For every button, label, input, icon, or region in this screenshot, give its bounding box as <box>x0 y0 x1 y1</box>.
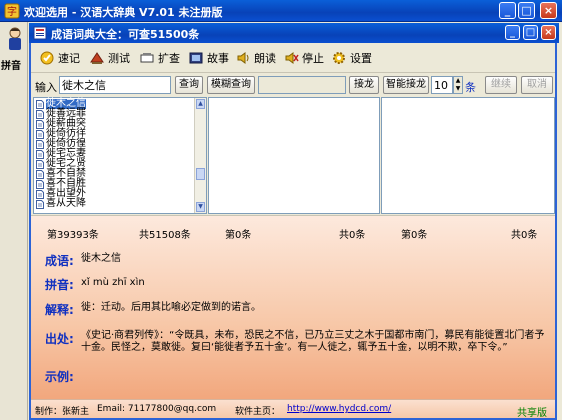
maximize-button[interactable]: □ <box>518 2 535 19</box>
outer-window: 字 欢迎选用 - 汉语大辞典 V7.01 未注册版 _ □ × 拼音 成语词典大… <box>0 0 562 420</box>
document-icon <box>36 169 44 179</box>
document-icon <box>36 179 44 189</box>
document-icon <box>36 159 44 169</box>
app-icon: 字 <box>4 3 20 19</box>
list-item-label: 喜从天降 <box>46 198 86 209</box>
avatar-icon <box>9 27 21 50</box>
memo-icon <box>40 51 54 65</box>
entry-detail: 第39393条 共51508条 第0条 共0条 第0条 共0条 成语: 徙木之信… <box>31 215 555 399</box>
email-text: Email: 71177800@qq.com <box>97 404 217 414</box>
inner-window-title: 成语词典大全：可查51500条 <box>51 28 200 41</box>
scroll-up-icon[interactable]: ▲ <box>196 99 205 109</box>
minimize-button[interactable]: _ <box>499 2 516 19</box>
status-field <box>258 76 346 94</box>
fuzzy-query-button[interactable]: 模糊查询 <box>207 76 255 94</box>
input-label: 输入 <box>35 81 57 94</box>
document-icon <box>36 139 44 149</box>
current-index: 第39393条 <box>47 230 99 241</box>
smart-chain-results-pane[interactable] <box>381 97 555 214</box>
example-label: 示例: <box>45 370 74 384</box>
document-icon <box>36 119 44 129</box>
pinyin-tab[interactable]: 拼音 <box>1 57 21 72</box>
book-icon <box>33 26 47 40</box>
inner-title-bar[interactable]: 成语词典大全：可查51500条 _ □ × <box>29 23 559 43</box>
document-icon <box>36 109 44 119</box>
scroll-thumb[interactable] <box>196 168 205 180</box>
document-icon <box>36 199 44 209</box>
outer-window-title: 欢迎选用 - 汉语大辞典 V7.01 未注册版 <box>24 6 223 19</box>
side-strip: 拼音 <box>0 22 28 420</box>
cancel-button[interactable]: 取消 <box>521 76 553 94</box>
chain-results-pane[interactable] <box>208 97 380 214</box>
idiom-value: 徙木之信 <box>81 253 121 264</box>
pinyin-label: 拼音: <box>45 278 74 292</box>
smart-chain-button[interactable]: 智能接龙 <box>383 76 429 94</box>
toolbar-story[interactable]: 故事 <box>188 49 229 67</box>
explanation-label: 解释: <box>45 303 74 317</box>
document-icon <box>36 189 44 199</box>
idiom-search-input[interactable] <box>59 76 171 94</box>
toolbar-stop[interactable]: 停止 <box>283 49 324 67</box>
source-value: 《史记·商君列传》：“令既具，未布，恐民之不信，已乃立三丈之木于国都市南门，募民… <box>81 330 545 353</box>
pane2-current-index: 第0条 <box>225 230 252 241</box>
continue-button[interactable]: 继续 <box>485 76 517 94</box>
total-count: 共51508条 <box>139 230 191 241</box>
idiom-list[interactable]: 徙木之信 徙善远罪 徙薪曲突 徙倚彷徉 徙倚彷徨 徙宅忘妻 徙宅之贤 喜不自禁 喜不自胜 喜出望外… <box>33 97 207 214</box>
toolbar: 速记 测试 扩查 故事 朗读 停止 设置 <box>31 43 555 73</box>
homepage-label: 软件主页： <box>235 407 281 417</box>
toolbar-test[interactable]: 测试 <box>89 49 130 67</box>
pinyin-value: xǐ mù zhī xìn <box>81 277 145 288</box>
svg-text:字: 字 <box>7 5 17 18</box>
pane3-total-count: 共0条 <box>511 230 538 241</box>
document-icon <box>36 129 44 139</box>
toolbar-settings[interactable]: 设置 <box>331 49 372 67</box>
pane2-total-count: 共0条 <box>339 230 366 241</box>
speaker-icon <box>237 52 249 64</box>
document-icon <box>36 149 44 159</box>
document-icon <box>36 99 44 109</box>
expand-search-icon <box>140 53 154 63</box>
close-button[interactable]: × <box>540 2 557 19</box>
outer-title-bar[interactable]: 字 欢迎选用 - 汉语大辞典 V7.01 未注册版 _ □ × <box>0 0 562 22</box>
idiom-label: 成语: <box>45 254 74 268</box>
query-button[interactable]: 查询 <box>175 76 203 94</box>
toolbar-expand-search[interactable]: 扩查 <box>139 49 180 67</box>
story-icon <box>189 52 203 64</box>
search-row: 输入 查询 模糊查询 接龙 智能接龙 ▲▼ 条 继续 取消 <box>31 74 555 96</box>
idiom-list-scrollbar[interactable]: ▲ ▼ <box>194 98 206 213</box>
count-input[interactable] <box>431 76 453 94</box>
source-label: 出处: <box>45 332 74 346</box>
settings-icon <box>333 52 345 64</box>
edition-label: 共享版 <box>517 408 547 419</box>
list-item[interactable]: 喜从天降 <box>36 199 86 209</box>
scroll-down-icon[interactable]: ▼ <box>196 202 205 212</box>
inner-maximize-button[interactable]: □ <box>523 25 538 40</box>
author-text: 制作：张新主 <box>35 407 90 417</box>
idiom-dictionary-window: 成语词典大全：可查51500条 _ □ × 速记 测试 扩查 故事 朗读 停止 … <box>29 23 559 420</box>
pane3-current-index: 第0条 <box>401 230 428 241</box>
test-icon <box>90 52 104 64</box>
count-spinner[interactable]: ▲ ▼ <box>453 76 463 94</box>
inner-minimize-button[interactable]: _ <box>505 25 520 40</box>
inner-close-button[interactable]: × <box>541 25 556 40</box>
homepage-link[interactable]: http://www.hydcd.com/ <box>287 404 391 414</box>
count-unit-label: 条 <box>465 81 476 94</box>
explanation-value: 徙：迁动。后用其比喻必定做到的诺言。 <box>81 302 261 313</box>
stop-icon <box>285 52 299 64</box>
toolbar-read-aloud[interactable]: 朗读 <box>235 49 276 67</box>
toolbar-memo[interactable]: 速记 <box>39 49 80 67</box>
status-bar: 制作：张新主 Email: 71177800@qq.com 软件主页： http… <box>31 399 555 419</box>
chain-button[interactable]: 接龙 <box>349 76 379 94</box>
